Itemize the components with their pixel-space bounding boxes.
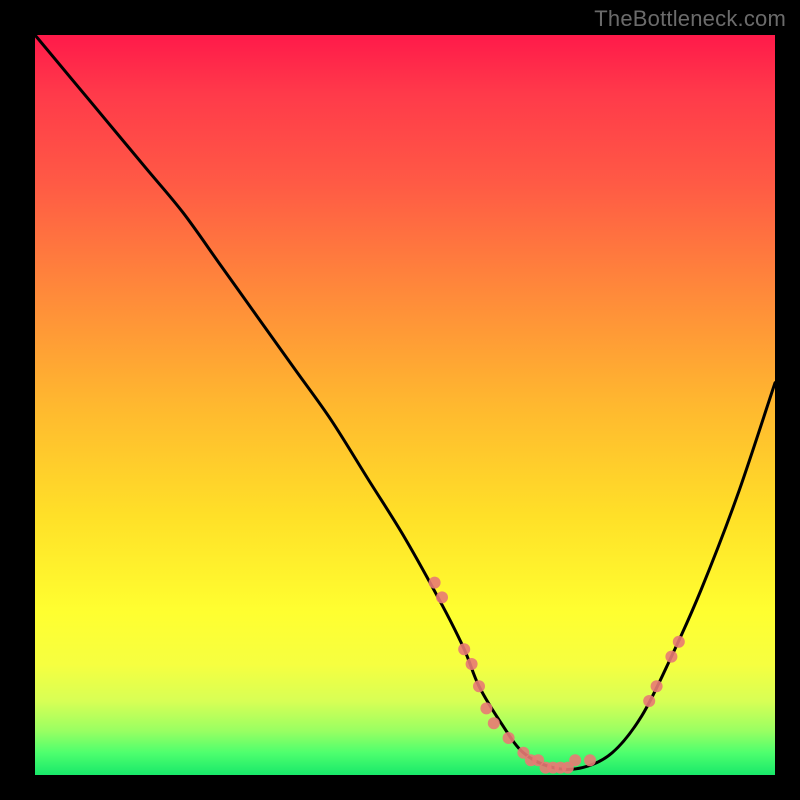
sample-point <box>643 695 655 707</box>
sample-point <box>429 577 441 589</box>
sample-point <box>473 680 485 692</box>
sample-point <box>458 643 470 655</box>
sample-points-group <box>429 577 685 774</box>
bottleneck-curve <box>35 35 775 769</box>
sample-point <box>480 702 492 714</box>
sample-point <box>488 717 500 729</box>
bottleneck-chart-svg <box>35 35 775 775</box>
sample-point <box>665 651 677 663</box>
sample-point <box>503 732 515 744</box>
sample-point <box>569 754 581 766</box>
sample-point <box>651 680 663 692</box>
chart-frame: TheBottleneck.com <box>0 0 800 800</box>
sample-point <box>466 658 478 670</box>
plot-area <box>35 35 775 775</box>
sample-point <box>673 636 685 648</box>
sample-point <box>436 591 448 603</box>
watermark-text: TheBottleneck.com <box>594 6 786 32</box>
sample-point <box>584 754 596 766</box>
